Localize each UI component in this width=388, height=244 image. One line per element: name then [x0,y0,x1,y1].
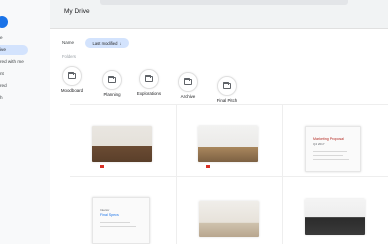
file-thumbnail-photo[interactable] [198,126,258,162]
folder-icon [184,78,192,85]
folder-icon [68,72,76,79]
sidebar-item-home[interactable]: e [0,33,44,43]
folder-final-pitch[interactable]: Final Pitch [207,76,247,116]
page-title: My Drive [64,8,90,15]
top-bar [0,0,388,28]
image-file-icon [206,165,210,168]
folder-moodboard[interactable]: Moodboard [52,66,92,106]
sidebar: e ive red with me nt red h [0,0,50,244]
folder-icon-wrapper [178,72,198,92]
grid-divider [176,104,177,244]
folder-archive[interactable]: Archive [168,72,208,112]
grid-divider [70,104,388,105]
doc-text-line [100,226,136,227]
drive-logo-icon[interactable] [0,16,8,28]
sidebar-item-trash[interactable]: h [0,93,44,103]
file-thumbnail-photo[interactable] [92,126,152,162]
image-file-icon [100,165,104,168]
folder-explorations[interactable]: Explorations [129,69,169,109]
sort-chip-label: Last modified [92,40,118,46]
sidebar-item-recent[interactable]: nt [0,69,44,79]
arrow-down-icon: ↓ [119,40,122,46]
folder-name: Final Pitch [216,98,238,103]
sort-name-label[interactable]: Name [62,40,74,45]
folder-icon [223,82,231,89]
folder-icon [108,76,116,83]
sidebar-item-shared-with-me[interactable]: red with me [0,57,44,67]
file-thumbnail-doc[interactable]: Interior Final Specs [92,197,150,244]
doc-text-line [313,159,349,160]
file-thumbnail-doc[interactable]: Marketing Proposal Q4 2017 [305,126,361,172]
grid-divider [282,104,283,244]
folder-icon-wrapper [217,76,237,96]
file-thumbnail-photo[interactable] [305,199,365,235]
doc-text-line [100,222,130,223]
header-divider [50,28,388,29]
sidebar-item-my-drive[interactable]: ive [0,45,28,55]
doc-subtitle: Q4 2017 [313,142,325,146]
folder-name: Archive [180,94,196,99]
folder-name: Moodboard [60,88,84,93]
folder-name: Explorations [136,91,162,96]
doc-title: Final Specs [100,213,119,217]
folder-icon-wrapper [102,70,122,90]
file-thumbnail-photo[interactable] [199,201,259,237]
sidebar-item-starred[interactable]: red [0,81,44,91]
folder-icon-wrapper [62,66,82,86]
folder-icon [145,75,153,82]
folders-section-label: Folders [62,54,76,59]
folder-icon-wrapper [139,69,159,89]
doc-subtitle: Interior [100,208,110,212]
folder-name: Planning [103,92,121,97]
doc-title: Marketing Proposal [313,137,344,141]
doc-text-line [313,155,343,156]
search-bar[interactable] [100,0,348,5]
sort-last-modified-chip[interactable]: Last modified ↓ [85,38,129,48]
doc-text-line [313,151,347,152]
grid-divider [70,176,388,177]
